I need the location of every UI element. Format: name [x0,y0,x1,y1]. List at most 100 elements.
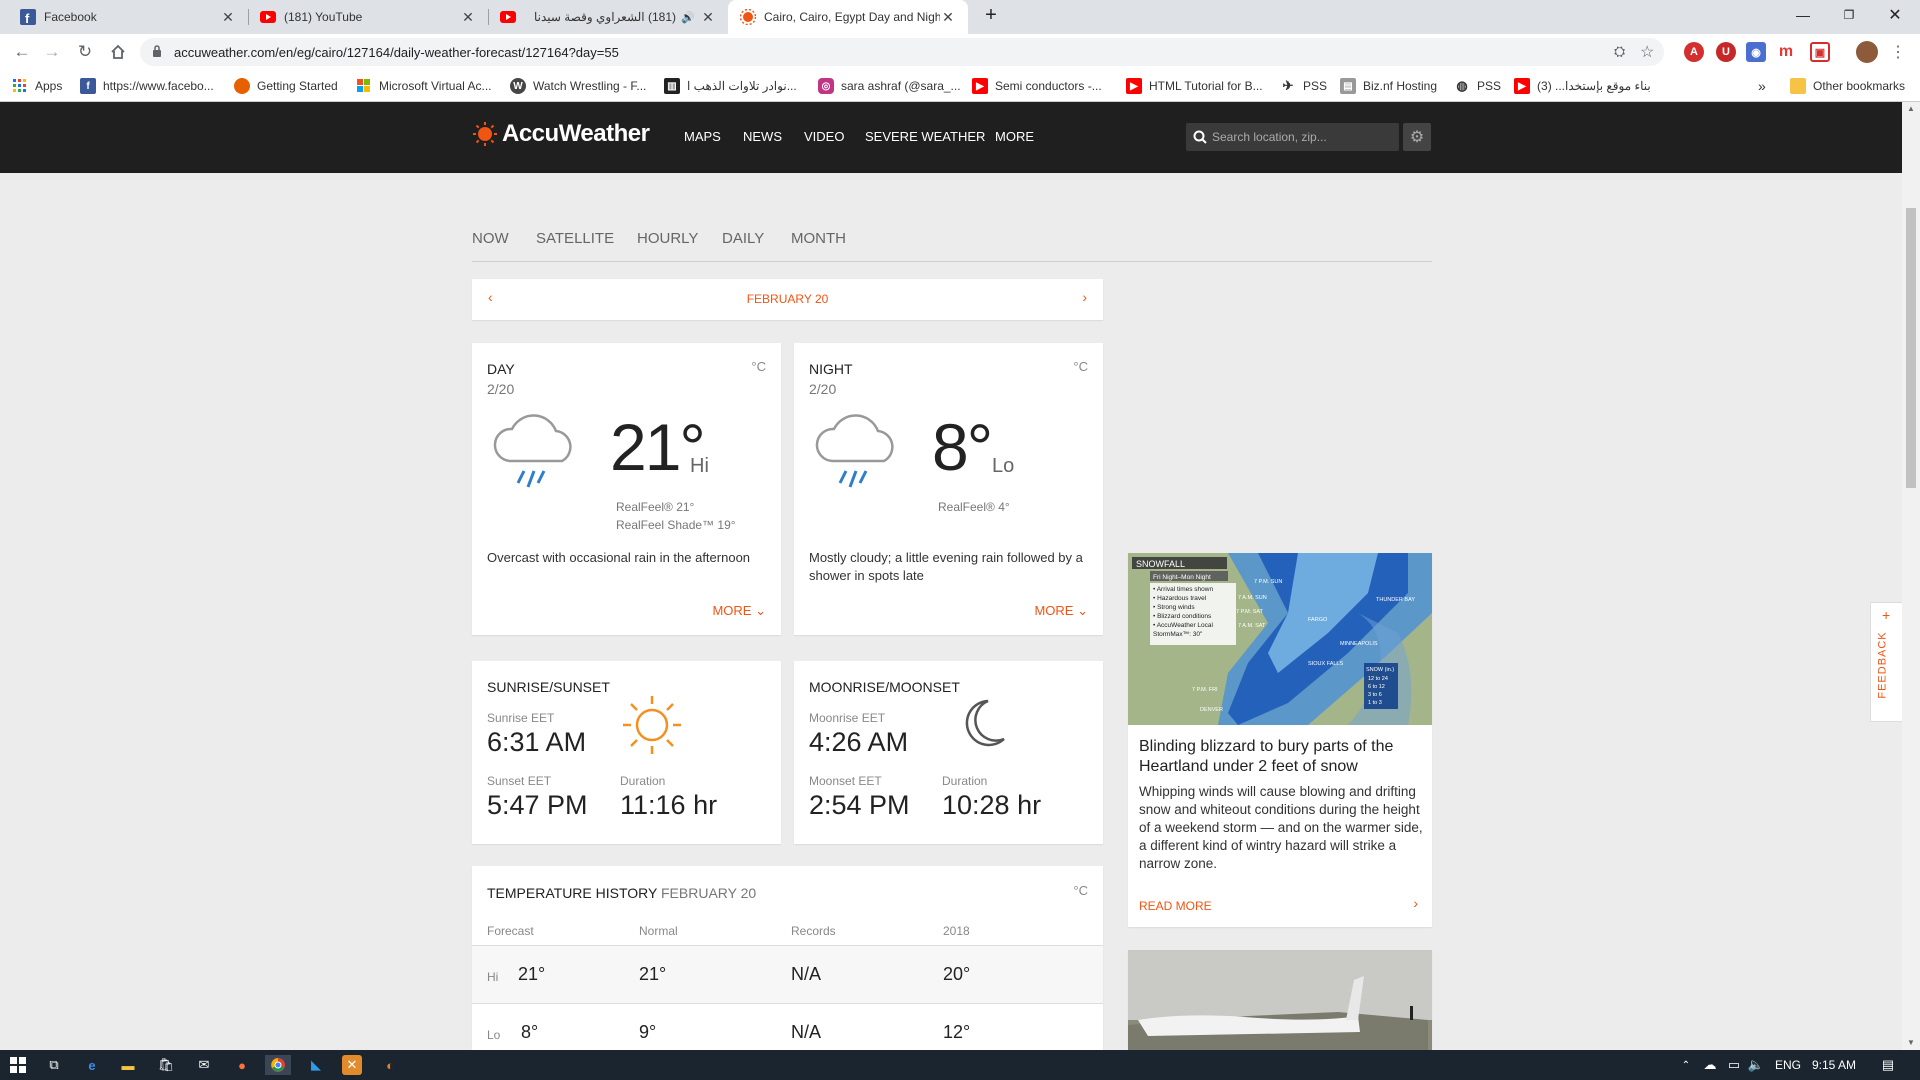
vertical-scrollbar[interactable]: ▲ ▼ [1902,102,1920,1050]
subnav-satellite[interactable]: SATELLITE [536,230,614,247]
day-more-button[interactable]: MORE ⌄ [712,603,766,619]
unit-label[interactable]: °C [1073,883,1088,898]
bookmark-pss-2[interactable]: ◍ PSS [1454,70,1501,102]
network-icon[interactable]: ▭ [1724,1055,1744,1075]
reload-button[interactable]: ↻ [73,40,97,64]
subnav-month[interactable]: MONTH [791,230,846,247]
bookmark-arabic-site[interactable]: ▶ بناء موقع بإستخدا... (3) [1514,70,1651,102]
accuweather-logo[interactable]: AccuWeather [472,120,650,148]
back-button[interactable]: ← [10,40,34,64]
scrollbar-thumb[interactable] [1906,208,1916,488]
sun-icon [623,696,681,754]
close-icon[interactable]: ✕ [460,9,476,26]
bookmark-getting-started[interactable]: Getting Started [234,70,338,102]
more-label: MORE [712,603,752,618]
scroll-up-arrow-icon[interactable]: ▲ [1907,104,1915,113]
settings-button[interactable]: ⚙ [1403,123,1431,151]
camera-extension-icon[interactable]: ◉ [1746,42,1766,62]
nav-maps[interactable]: MAPS [684,129,721,144]
bookmark-biznf[interactable]: ▤ Biz.nf Hosting [1340,70,1437,102]
bookmark-star-icon[interactable]: ☆ [1640,42,1654,62]
bookmark-html-tutorial[interactable]: ▶ HTML Tutorial for B... [1126,70,1263,102]
cloud-icon[interactable]: ☁ [1700,1055,1720,1075]
tab-youtube[interactable]: (181) YouTube ✕ [248,0,488,34]
snowfall-map-image[interactable]: SNOWFALL Fri Night–Mon Night • Arrival t… [1128,553,1432,725]
restore-button[interactable]: ❐ [1826,0,1872,30]
bookmark-semiconductors[interactable]: ▶ Semi conductors -... [972,70,1102,102]
feedback-tab[interactable]: + FEEDBACK [1870,602,1902,722]
volume-icon[interactable]: 🔈 [1746,1055,1766,1075]
next-day-button[interactable]: › [1082,289,1087,305]
plane-crash-image[interactable] [1128,950,1432,1050]
task-view-icon[interactable]: ⧉ [44,1055,64,1075]
tab-youtube-arabic[interactable]: (181) الشعراوي وقصة سيدنا 🔊 ✕ [488,0,728,34]
other-bookmarks[interactable]: Other bookmarks [1790,70,1905,102]
bookmark-microsoft[interactable]: Microsoft Virtual Ac... [356,70,491,102]
vscode-icon[interactable]: ◣ [306,1055,326,1075]
home-button[interactable] [106,40,130,64]
url-text[interactable]: accuweather.com/en/eg/cairo/127164/daily… [174,45,619,60]
store-icon[interactable]: 🛍 [156,1055,176,1075]
firefox-icon[interactable]: ● [232,1055,252,1075]
calendar-extension-icon[interactable]: ▣ [1810,42,1830,62]
news-headline[interactable]: Blinding blizzard to bury parts of the H… [1139,737,1429,777]
notifications-icon[interactable]: ▤ [1878,1055,1898,1075]
windows-start-icon[interactable] [8,1055,28,1075]
read-more-link[interactable]: READ MORE [1139,899,1212,913]
subnav-now[interactable]: NOW [472,230,509,247]
chrome-icon[interactable] [265,1055,291,1075]
night-more-button[interactable]: MORE ⌄ [1034,603,1088,619]
bookmark-wrestling[interactable]: W Watch Wrestling - F... [510,70,646,102]
tab-accuweather[interactable]: Cairo, Cairo, Egypt Day and Nigh ✕ [728,0,968,34]
tray-chevron-icon[interactable]: ⌃ [1676,1055,1696,1075]
lock-icon[interactable] [152,45,162,63]
subnav-hourly[interactable]: HOURLY [637,230,698,247]
map-city-label: FARGO [1308,617,1328,623]
news-card-2[interactable] [1128,950,1432,1050]
adblock-extension-icon[interactable]: U [1716,42,1736,62]
chevron-right-icon[interactable]: › [1413,895,1418,911]
realfeel: RealFeel® 21° [616,500,695,514]
file-explorer-icon[interactable]: ▬ [118,1055,138,1075]
adblock-extension-icon[interactable]: A [1684,42,1704,62]
bookmark-arabic-recitations[interactable]: ▥ نوادر تلاوات الذهب ا... [664,70,797,102]
close-icon[interactable]: ✕ [220,9,236,26]
subnav-daily[interactable]: DAILY [722,230,764,247]
unit-label[interactable]: °C [1073,359,1088,374]
bookmark-instagram[interactable]: ◎ sara ashraf (@sara_... [818,70,961,102]
xampp-icon[interactable]: ✕ [342,1055,362,1075]
window-close-button[interactable]: ✕ [1872,0,1918,30]
language-indicator[interactable]: ENG [1775,1058,1801,1072]
location-search[interactable] [1186,123,1399,151]
clock[interactable]: 9:15 AM [1812,1058,1856,1072]
search-input[interactable] [1212,128,1392,146]
close-icon[interactable]: ✕ [700,9,716,26]
new-tab-button[interactable]: + [976,0,1006,30]
speaker-icon[interactable]: 🔊 [680,9,696,25]
bookmark-facebook[interactable]: f https://www.facebo... [80,70,214,102]
mail-icon[interactable]: ✉ [194,1055,214,1075]
scroll-down-arrow-icon[interactable]: ▼ [1907,1038,1915,1047]
nav-severe-weather[interactable]: SEVERE WEATHER [865,129,985,144]
profile-avatar[interactable] [1856,41,1878,63]
mendeley-extension-icon[interactable]: m [1776,42,1796,62]
nav-video[interactable]: VIDEO [804,129,844,144]
bookmark-label: sara ashraf (@sara_... [841,79,961,93]
unit-label[interactable]: °C [751,359,766,374]
translate-icon[interactable]: ⛭ [1614,43,1625,60]
edge-icon[interactable]: e [82,1055,102,1075]
nav-more[interactable]: MORE [995,129,1034,144]
bookmarks-overflow-button[interactable]: » [1758,70,1766,102]
news-card[interactable]: SNOWFALL Fri Night–Mon Night • Arrival t… [1128,553,1432,927]
tab-facebook[interactable]: f Facebook ✕ [8,0,248,34]
menu-kebab-icon[interactable]: ⋮ [1886,40,1910,64]
hi-normal: 21° [639,964,667,984]
address-bar[interactable]: accuweather.com/en/eg/cairo/127164/daily… [140,38,1664,66]
nav-news[interactable]: NEWS [743,129,782,144]
forward-button[interactable]: → [40,40,64,64]
minimize-button[interactable]: — [1780,0,1826,30]
app-icon[interactable]: ◐ [380,1055,400,1075]
bookmark-pss[interactable]: ✈ PSS [1280,70,1327,102]
bookmark-apps[interactable]: Apps [12,70,62,102]
close-icon[interactable]: ✕ [940,9,956,26]
